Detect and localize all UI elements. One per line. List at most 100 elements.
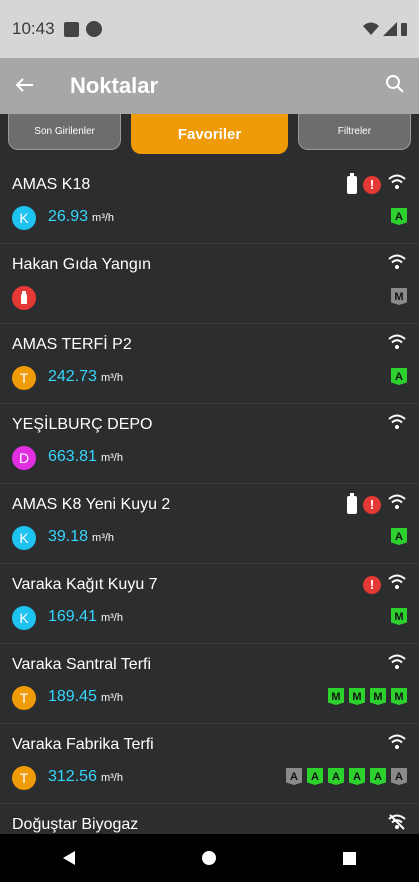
tag-group: A bbox=[391, 528, 407, 545]
battery-status-icon bbox=[401, 22, 407, 36]
type-badge: T bbox=[12, 766, 36, 790]
wifi-icon bbox=[387, 654, 407, 675]
list-item[interactable]: Varaka Fabrika Terfi T 312.56 m³/h A A A A A A bbox=[0, 724, 419, 804]
item-name: Varaka Santral Terfi bbox=[12, 656, 152, 673]
list-item[interactable]: AMAS TERFİ P2 T 242.73 m³/h A bbox=[0, 324, 419, 404]
notification-circle-icon bbox=[85, 21, 102, 37]
tab-son-girilenler[interactable]: Son Girilenler bbox=[8, 114, 122, 150]
list-item[interactable]: Varaka Kağıt Kuyu 7! K 169.41 m³/h M bbox=[0, 564, 419, 644]
mode-tag: A bbox=[349, 768, 365, 785]
tag-group: A bbox=[391, 368, 407, 385]
list-item[interactable]: Varaka Santral Terfi T 189.45 m³/h M M M M bbox=[0, 644, 419, 724]
tag-group: M bbox=[391, 608, 407, 625]
wifi-off-icon bbox=[387, 814, 407, 835]
alert-icon: ! bbox=[363, 575, 381, 594]
nav-back-icon[interactable] bbox=[63, 851, 76, 865]
flow-unit: m³/h bbox=[100, 372, 123, 384]
wifi-icon bbox=[387, 334, 407, 355]
list-item[interactable]: Hakan Gıda Yangın M bbox=[0, 244, 419, 324]
type-badge: T bbox=[12, 366, 36, 390]
battery-icon bbox=[347, 492, 357, 514]
flow-unit: m³/h bbox=[100, 692, 123, 704]
mode-tag: A bbox=[286, 768, 302, 785]
flow-number: 242.73 bbox=[48, 368, 97, 385]
tag-group: MMMM bbox=[328, 688, 407, 705]
points-list: AMAS K18! K 26.93 m³/h A Hakan Gıda Yangın M AM… bbox=[0, 164, 419, 882]
battery-icon bbox=[347, 172, 357, 194]
mode-tag: A bbox=[391, 528, 407, 545]
tab-favoriler[interactable]: Favoriler bbox=[131, 114, 288, 154]
status-icons bbox=[363, 22, 407, 36]
flow-unit: m³/h bbox=[100, 772, 123, 784]
mode-tag: A bbox=[370, 768, 386, 785]
mode-tag: M bbox=[370, 688, 386, 705]
mode-tag: A bbox=[391, 208, 407, 225]
flow-value: 242.73 m³/h bbox=[48, 368, 123, 386]
item-status-icons bbox=[387, 814, 407, 835]
flow-number: 39.18 bbox=[48, 528, 89, 545]
item-status-icons bbox=[387, 654, 407, 675]
item-status-icons bbox=[387, 254, 407, 275]
list-item[interactable]: AMAS K18! K 26.93 m³/h A bbox=[0, 164, 419, 244]
flow-unit: m³/h bbox=[92, 212, 115, 224]
list-item[interactable]: YEŞİLBURÇ DEPO D 663.81 m³/h bbox=[0, 404, 419, 484]
mode-tag: A bbox=[391, 368, 407, 385]
item-status-icons bbox=[387, 734, 407, 755]
item-name: Hakan Gıda Yangın bbox=[12, 256, 152, 273]
type-badge: D bbox=[12, 446, 36, 470]
type-badge: T bbox=[12, 686, 36, 710]
search-icon[interactable] bbox=[385, 74, 405, 99]
tag-group: M bbox=[391, 288, 407, 305]
mode-tag: A bbox=[391, 768, 407, 785]
tab-filtreler[interactable]: Filtreler bbox=[297, 114, 411, 150]
mode-tag: M bbox=[328, 688, 344, 705]
alert-icon: ! bbox=[363, 175, 381, 194]
item-status-icons: ! bbox=[347, 492, 407, 515]
flow-unit: m³/h bbox=[92, 532, 115, 544]
mode-tag: M bbox=[391, 688, 407, 705]
system-nav-bar bbox=[0, 834, 419, 882]
alert-icon: ! bbox=[363, 495, 381, 514]
page-title: Noktalar bbox=[70, 73, 159, 98]
list-item[interactable]: AMAS K8 Yeni Kuyu 2! K 39.18 m³/h A bbox=[0, 484, 419, 564]
type-badge: K bbox=[12, 526, 36, 550]
mode-tag: M bbox=[349, 688, 365, 705]
item-name: Varaka Fabrika Terfi bbox=[12, 736, 154, 753]
nav-home-icon[interactable] bbox=[201, 851, 216, 865]
flow-number: 663.81 bbox=[48, 448, 97, 465]
wifi-icon bbox=[387, 254, 407, 275]
app-bar: Noktalar bbox=[0, 58, 419, 114]
type-badge: K bbox=[12, 206, 36, 230]
item-name: AMAS TERFİ P2 bbox=[12, 336, 132, 353]
mode-tag: M bbox=[391, 288, 407, 305]
cell-signal-icon bbox=[383, 22, 397, 36]
item-status-icons bbox=[387, 334, 407, 355]
item-name: YEŞİLBURÇ DEPO bbox=[12, 416, 153, 433]
flow-value: 189.45 m³/h bbox=[48, 688, 123, 706]
item-name: Varaka Kağıt Kuyu 7 bbox=[12, 576, 158, 593]
item-name: AMAS K8 Yeni Kuyu 2 bbox=[12, 496, 171, 513]
flow-value: 312.56 m³/h bbox=[48, 768, 123, 786]
arrow-left-icon[interactable] bbox=[14, 72, 54, 100]
item-status-icons: ! bbox=[363, 574, 407, 595]
wifi-icon bbox=[387, 174, 407, 195]
type-badge: K bbox=[12, 606, 36, 630]
tag-group: AAAAAA bbox=[286, 768, 407, 785]
flow-number: 169.41 bbox=[48, 608, 97, 625]
tag-group: A bbox=[391, 208, 407, 225]
item-status-icons: ! bbox=[347, 172, 407, 195]
mode-tag: M bbox=[391, 608, 407, 625]
item-name: Doğuştar Biyogaz bbox=[12, 816, 139, 833]
wifi-status-icon bbox=[363, 22, 379, 35]
flow-value: 663.81 m³/h bbox=[48, 448, 123, 466]
flow-value: 169.41 m³/h bbox=[48, 608, 123, 626]
status-time: 10:43 bbox=[12, 19, 55, 38]
flow-unit: m³/h bbox=[100, 452, 123, 464]
nav-recents-icon[interactable] bbox=[342, 851, 356, 865]
mode-tag: A bbox=[328, 768, 344, 785]
item-status-icons bbox=[387, 414, 407, 435]
flow-number: 26.93 bbox=[48, 208, 89, 225]
tab-bar: Son Girilenler Favoriler Filtreler bbox=[0, 114, 419, 164]
notification-square-icon bbox=[63, 21, 79, 37]
flow-unit: m³/h bbox=[100, 612, 123, 624]
